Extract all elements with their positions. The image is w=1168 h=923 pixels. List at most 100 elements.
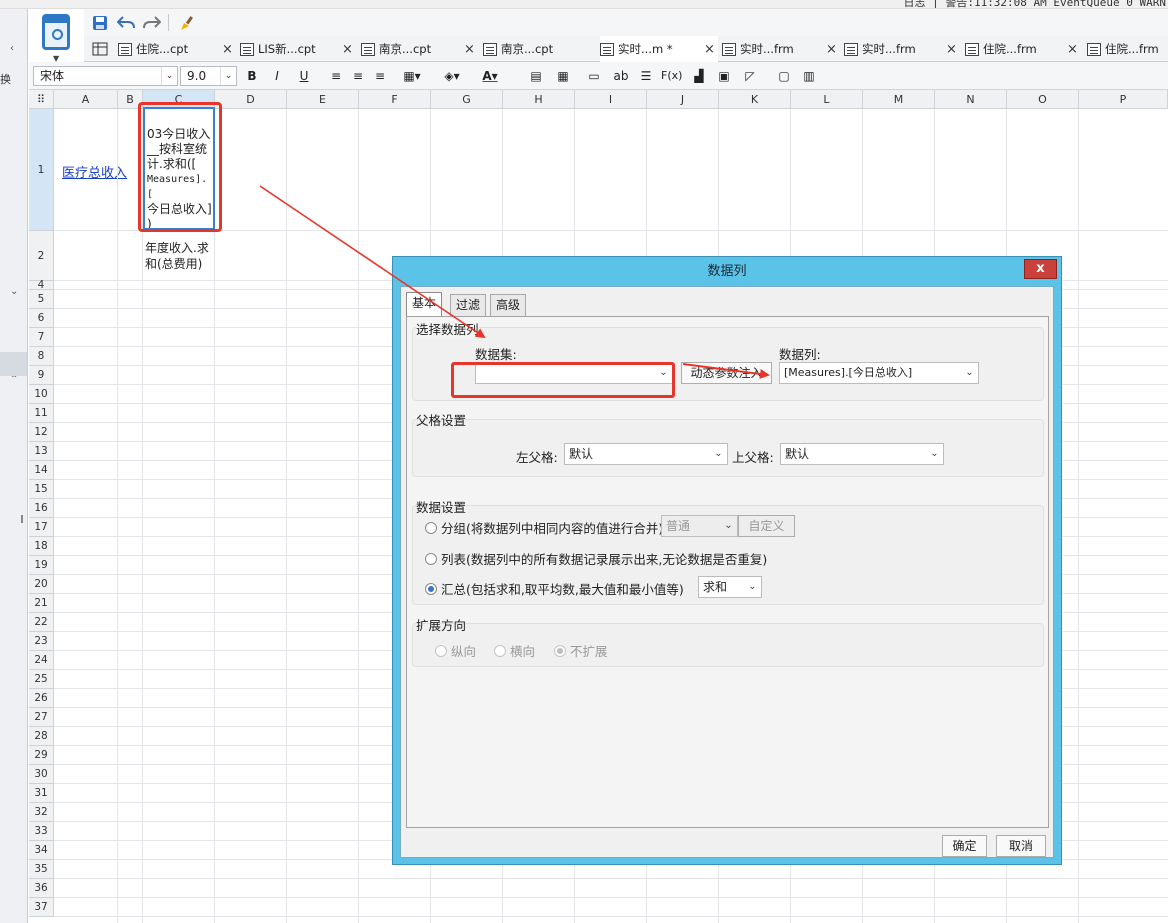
row-header[interactable]: 25 [29,670,54,689]
font-color-icon[interactable]: A▾ [481,67,499,85]
row-header[interactable]: 29 [29,746,54,765]
sub-report-icon[interactable]: ▢ [775,67,793,85]
font-size-select[interactable]: 9.0 ⌄ [180,66,237,86]
row-header-selected[interactable]: 1 [29,109,54,231]
cancel-button[interactable]: 取消 [996,835,1046,857]
tab-filter[interactable]: 过滤 [450,294,487,316]
ok-button[interactable]: 确定 [942,835,987,857]
paragraph-icon[interactable]: ☰ [637,67,655,85]
radio-list-option[interactable]: 列表(数据列中的所有数据记录展示出来,无论数据是否重复) [425,549,767,568]
row-header[interactable]: 2 [29,231,54,281]
chevron-left-icon[interactable]: ‹ [10,43,14,54]
top-parent-select[interactable]: 默认 ⌄ [780,443,944,465]
chevron-down-icon[interactable]: ⌄ [161,67,177,85]
align-right-icon[interactable]: ≡ [371,67,389,85]
column-header[interactable]: D [215,90,287,109]
tab-document[interactable]: 住院...frm × [965,36,1085,62]
tab-document[interactable]: 实时...frm × [722,36,842,62]
tab-document[interactable]: 南京...cpt × [361,36,481,62]
row-header[interactable]: 15 [29,480,54,499]
row-header[interactable]: 23 [29,632,54,651]
tab-close-icon[interactable]: × [342,42,353,57]
row-header[interactable]: 19 [29,556,54,575]
row-header[interactable]: 20 [29,575,54,594]
text-icon[interactable]: ab [612,67,630,85]
font-name-select[interactable]: 宋体 ⌄ [33,66,178,86]
bold-button[interactable]: B [243,67,261,85]
app-logo-icon[interactable] [42,14,70,50]
chevron-down-icon[interactable]: ⌄ [926,444,943,464]
italic-button[interactable]: I [268,67,286,85]
chevron-down-icon[interactable]: ⌄ [720,516,737,536]
row-header[interactable]: 12 [29,423,54,442]
border-icon[interactable]: ▦▾ [403,67,421,85]
tab-document-active[interactable]: 实时...m * × [600,36,718,62]
underline-button[interactable]: U [295,67,313,85]
column-header[interactable]: F [359,90,431,109]
radio-expand-vertical[interactable]: 纵向 [435,641,476,660]
chart-icon[interactable]: ▟ [690,67,708,85]
tab-document[interactable]: 南京...cpt [483,36,598,62]
row-header[interactable]: 36 [29,879,54,898]
row-header[interactable]: 10 [29,385,54,404]
format-brush-icon[interactable] [176,12,198,34]
tab-document[interactable]: LIS新...cpt × [240,36,360,62]
undo-icon[interactable] [115,12,137,34]
row-header[interactable]: 35 [29,860,54,879]
row-header[interactable]: 24 [29,651,54,670]
row-header[interactable]: 7 [29,328,54,347]
row-header[interactable]: 13 [29,442,54,461]
chevron-down-icon[interactable]: ⌄ [744,577,761,597]
app-logo-area[interactable]: ▼ [29,9,84,67]
tab-close-icon[interactable]: × [826,42,837,57]
split-cells-icon[interactable]: ▦ [554,67,572,85]
row-header[interactable]: 34 [29,841,54,860]
left-parent-select[interactable]: 默认 ⌄ [564,443,728,465]
row-header[interactable]: 9 [29,366,54,385]
tab-basic[interactable]: 基本 [406,292,443,316]
formula-icon[interactable]: F(x) [661,67,682,85]
group-mode-select[interactable]: 普通 ⌄ [661,515,738,537]
column-header[interactable]: J [647,90,719,109]
redo-icon[interactable] [141,12,163,34]
radio-summary-option[interactable]: 汇总(包括求和,取平均数,最大值和最小值等) [425,579,684,598]
row-header[interactable]: 22 [29,613,54,632]
row-header[interactable]: 31 [29,784,54,803]
column-header[interactable]: P [1079,90,1168,109]
column-header[interactable]: A [54,90,118,109]
row-header[interactable]: 18 [29,537,54,556]
row-header[interactable]: 16 [29,499,54,518]
row-header[interactable]: 21 [29,594,54,613]
row-header[interactable]: 27 [29,708,54,727]
row-header[interactable]: 33 [29,822,54,841]
row-header[interactable]: 37 [29,898,54,917]
chevron-down-icon[interactable]: ⌄ [10,286,18,297]
row-header[interactable]: 4 [29,279,54,291]
tab-document[interactable]: 住院...cpt × [118,36,238,62]
slash-icon[interactable]: ◸ [741,67,759,85]
row-header[interactable]: 8 [29,347,54,366]
custom-button[interactable]: 自定义 [738,515,795,537]
chevron-down-icon[interactable]: ⌄ [961,363,978,383]
dialog-close-button[interactable]: x [1024,259,1057,279]
radio-expand-horizontal[interactable]: 横向 [494,641,535,660]
column-header[interactable]: N [935,90,1007,109]
table-view-icon[interactable]: ▥ [800,67,818,85]
tab-close-icon[interactable]: × [704,42,715,57]
row-header[interactable]: 30 [29,765,54,784]
tab-close-icon[interactable]: × [1067,42,1078,57]
column-header[interactable]: O [1007,90,1079,109]
radio-expand-none[interactable]: 不扩展 [554,641,608,660]
align-left-icon[interactable]: ≡ [327,67,345,85]
tab-document[interactable]: 实时...frm × [844,36,964,62]
dynamic-param-button[interactable]: 动态参数注入 [681,362,772,384]
row-header[interactable]: 11 [29,404,54,423]
tab-close-icon[interactable]: × [464,42,475,57]
row-header[interactable]: 28 [29,727,54,746]
insert-row-icon[interactable]: ▭ [585,67,603,85]
row-header[interactable]: 32 [29,803,54,822]
summary-function-select[interactable]: 求和 ⌄ [698,576,762,598]
column-header[interactable]: K [719,90,791,109]
column-header[interactable]: H [503,90,575,109]
column-header[interactable]: L [791,90,863,109]
